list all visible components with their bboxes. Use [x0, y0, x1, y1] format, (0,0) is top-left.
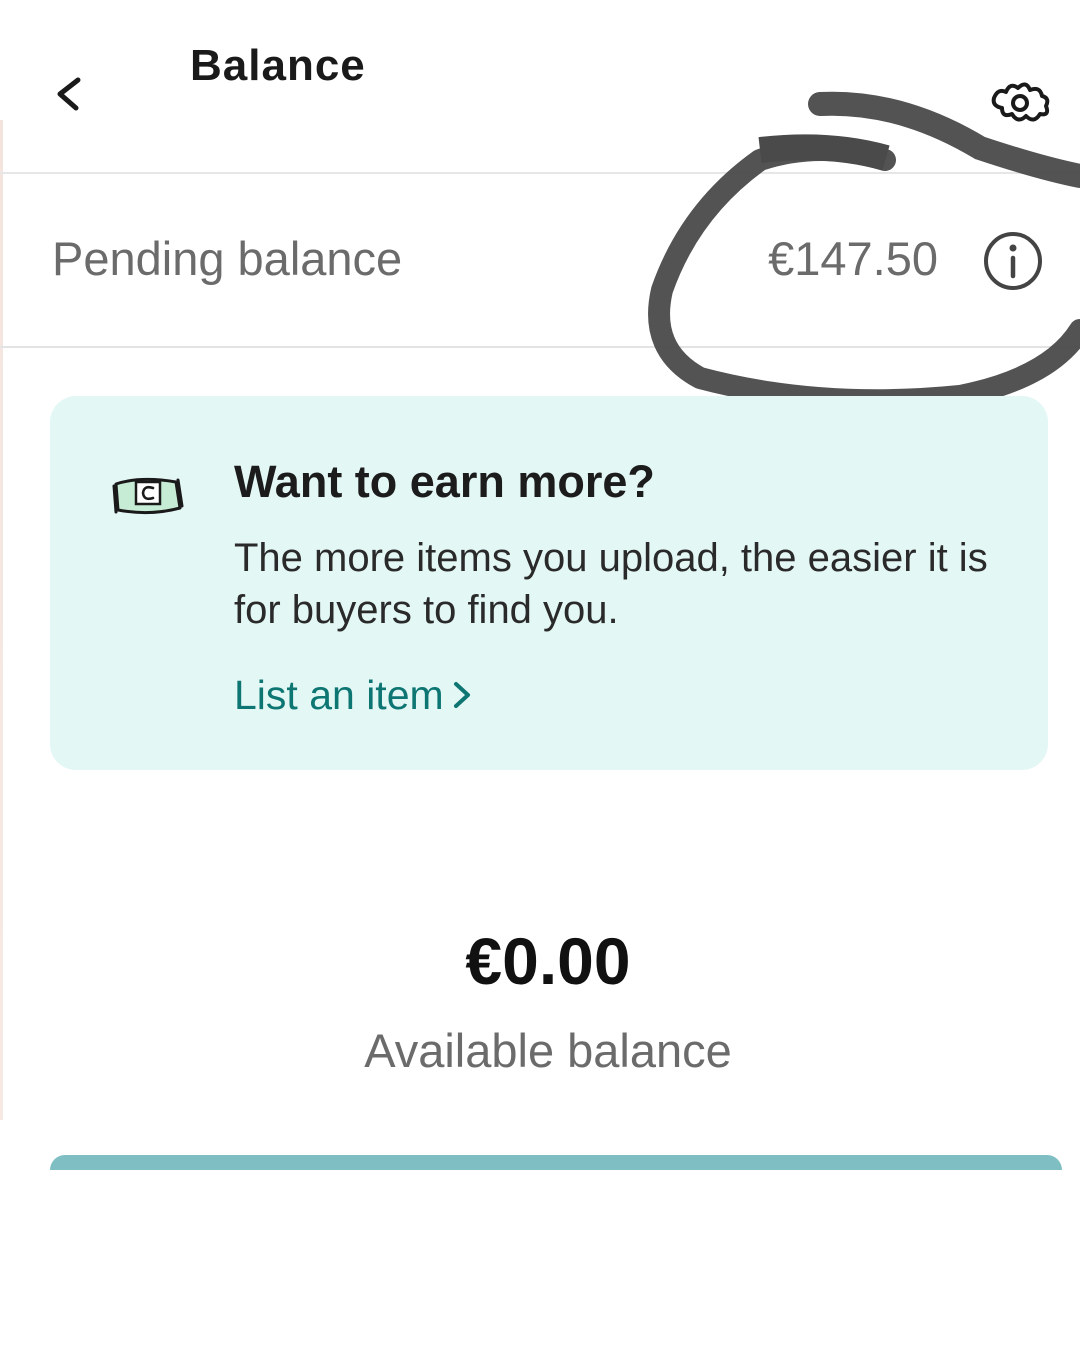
header-bar: Balance	[0, 0, 1080, 174]
page-title: Balance	[190, 41, 366, 90]
money-icon	[112, 477, 184, 515]
pending-balance-amount: €147.50	[768, 232, 938, 285]
bottom-action-bar[interactable]	[50, 1155, 1062, 1170]
balance-screen: Balance Pending balance €147.50 Want to …	[0, 0, 1080, 1350]
list-an-item-link[interactable]: List an item	[234, 672, 474, 719]
chevron-left-icon[interactable]	[48, 62, 98, 112]
earn-more-card: Want to earn more? The more items you up…	[50, 396, 1048, 770]
info-icon[interactable]	[982, 230, 1044, 292]
available-balance-amount: €0.00	[465, 924, 631, 998]
list-an-item-label: List an item	[234, 672, 444, 718]
chevron-right-icon	[453, 682, 470, 709]
pending-balance-label: Pending balance	[52, 232, 403, 285]
pending-balance-row: Pending balance €147.50	[0, 174, 1080, 348]
blank-footer-area	[0, 1170, 1080, 1350]
earn-more-title: Want to earn more?	[234, 456, 655, 507]
available-balance-label: Available balance	[364, 1024, 732, 1077]
earn-more-description: The more items you upload, the easier it…	[234, 536, 988, 632]
gear-icon[interactable]	[984, 70, 1064, 130]
